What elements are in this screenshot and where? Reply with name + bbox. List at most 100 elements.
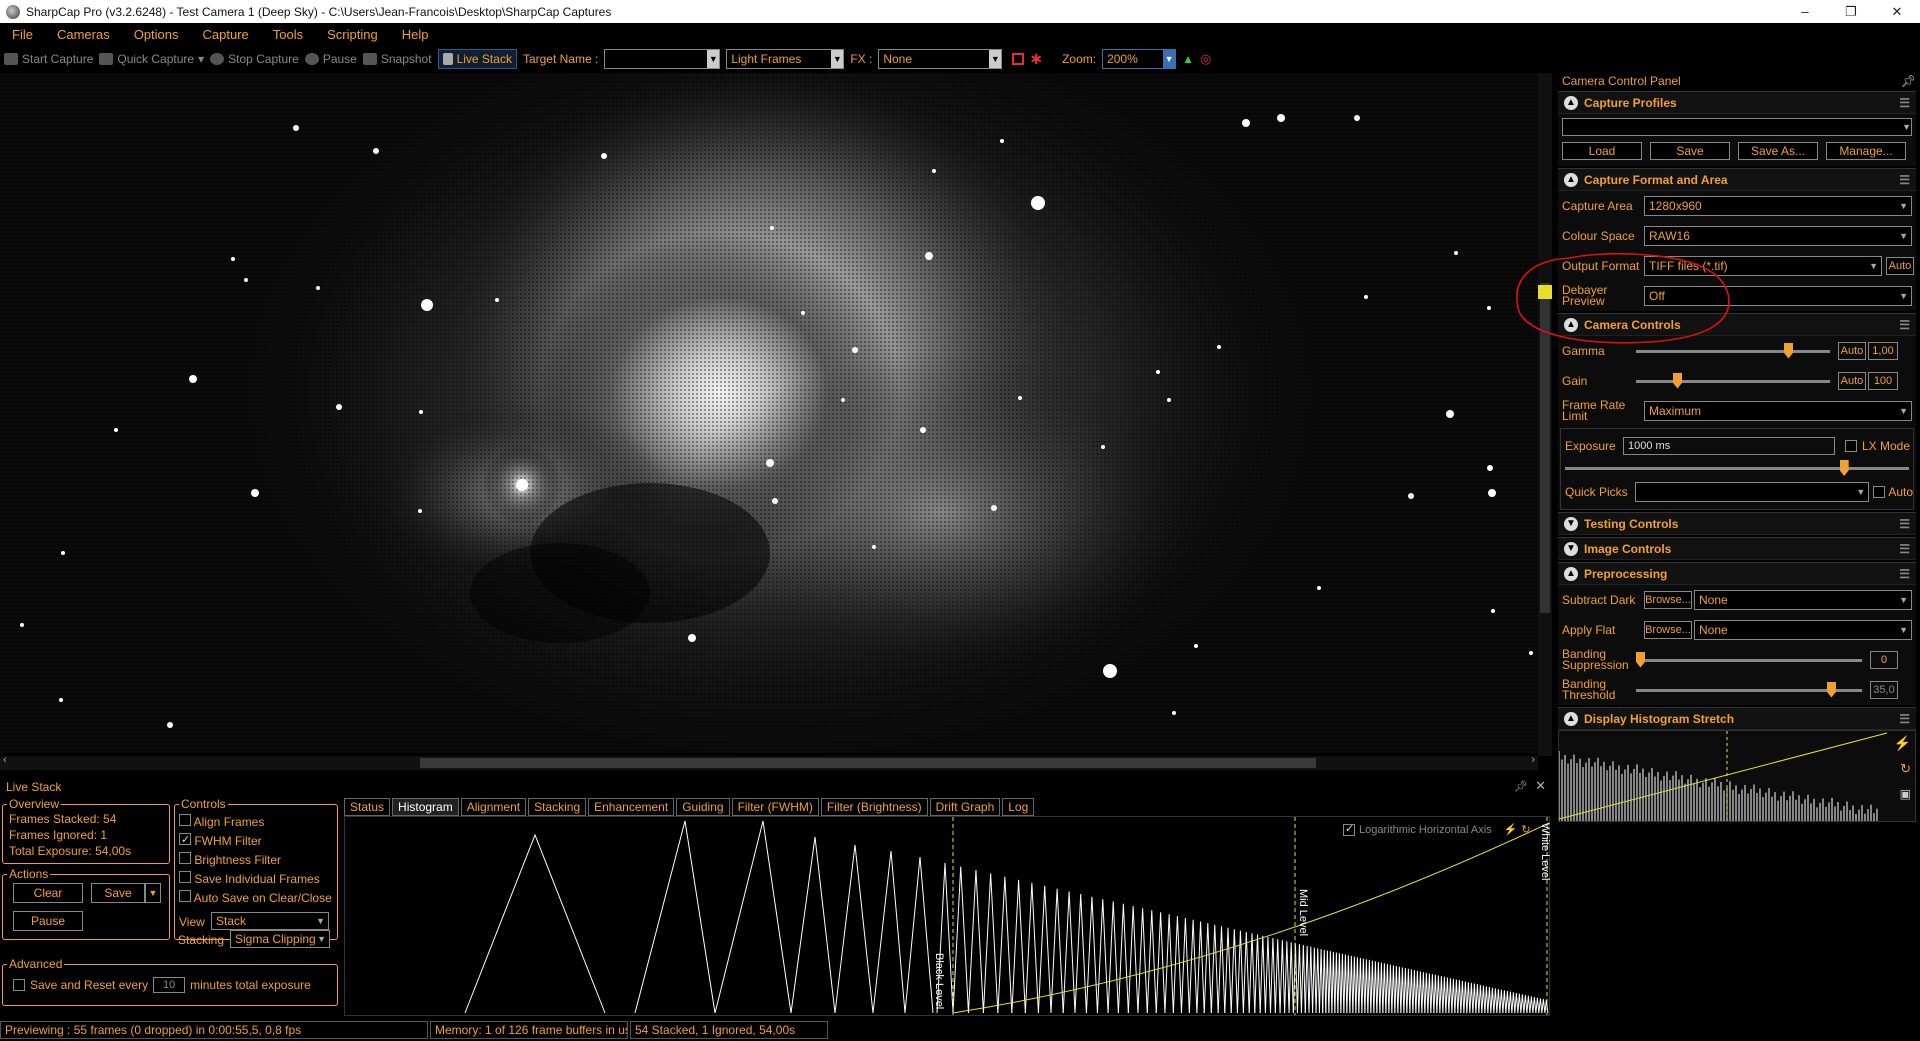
apply-flat-combo[interactable]: None ▼ bbox=[1694, 620, 1912, 640]
stacking-combo[interactable]: Sigma Clipping ▼ bbox=[230, 930, 330, 948]
chevron-up-icon[interactable]: ▲ bbox=[1564, 317, 1578, 332]
chevron-down-icon[interactable]: ▾ bbox=[198, 52, 204, 66]
vertical-scrollbar[interactable] bbox=[1538, 73, 1552, 756]
menu-tools[interactable]: Tools bbox=[261, 27, 315, 42]
vertical-scroll-thumb[interactable] bbox=[1540, 283, 1550, 613]
quick-picks-combo[interactable]: ▼ bbox=[1635, 482, 1870, 502]
gain-slider-knob[interactable] bbox=[1673, 372, 1682, 389]
menu-icon[interactable]: ☰ bbox=[1899, 542, 1910, 556]
chevron-down-icon[interactable]: ▼ bbox=[989, 50, 1002, 68]
colour-space-combo[interactable]: RAW16 ▼ bbox=[1644, 226, 1912, 246]
minimize-button[interactable]: – bbox=[1782, 0, 1828, 23]
exposure-slider-knob[interactable] bbox=[1839, 460, 1849, 476]
save-button[interactable]: Save bbox=[91, 883, 145, 903]
chevron-down-icon[interactable]: ▼ bbox=[1899, 625, 1908, 635]
save-individual-checkbox[interactable] bbox=[179, 871, 191, 883]
menu-file[interactable]: File bbox=[0, 27, 45, 42]
pin-icon[interactable]: 📌︎ bbox=[1514, 780, 1528, 793]
tab-guiding[interactable]: Guiding bbox=[676, 798, 730, 816]
frame-rate-combo[interactable]: Maximum ▼ bbox=[1644, 401, 1912, 421]
testing-controls-header[interactable]: ▼ Testing Controls ☰ bbox=[1558, 513, 1916, 535]
banding-threshold-slider[interactable] bbox=[1636, 681, 1862, 698]
chevron-down-icon[interactable]: ▼ bbox=[1856, 487, 1865, 497]
menu-icon[interactable]: ☰ bbox=[1899, 712, 1910, 726]
clear-button[interactable]: Clear bbox=[13, 883, 83, 903]
image-viewer[interactable] bbox=[0, 73, 1538, 753]
auto-stretch-icon[interactable]: ⚡ bbox=[1894, 735, 1911, 752]
save-as-profile-button[interactable]: Save As... bbox=[1738, 142, 1818, 160]
pin-icon[interactable]: 📌︎ bbox=[1901, 74, 1916, 88]
live-stack-button[interactable]: Live Stack bbox=[437, 49, 517, 69]
snapshot-button[interactable]: Snapshot bbox=[362, 52, 432, 66]
menu-icon[interactable]: ☰ bbox=[1899, 173, 1910, 187]
reticle-icon[interactable]: ◎ bbox=[1200, 51, 1211, 67]
tab-drift-graph[interactable]: Drift Graph bbox=[929, 798, 1001, 816]
restore-button[interactable]: ❐ bbox=[1828, 0, 1874, 23]
chevron-down-icon[interactable]: ▼ bbox=[1163, 50, 1176, 68]
menu-icon[interactable]: ☰ bbox=[1899, 96, 1910, 110]
tab-log[interactable]: Log bbox=[1002, 798, 1035, 816]
save-reset-minutes-field[interactable]: 10 bbox=[153, 977, 186, 993]
subtract-dark-browse-button[interactable]: Browse... bbox=[1644, 591, 1692, 609]
reset-icon[interactable]: ↻ bbox=[1521, 823, 1530, 836]
chevron-up-icon[interactable]: ▲ bbox=[1564, 172, 1578, 187]
align-frames-checkbox[interactable] bbox=[179, 814, 191, 826]
chevron-down-icon[interactable]: ▼ bbox=[707, 50, 720, 68]
tab-alignment[interactable]: Alignment bbox=[460, 798, 527, 816]
menu-help[interactable]: Help bbox=[390, 27, 441, 42]
chevron-down-icon[interactable]: ▼ bbox=[1899, 291, 1908, 301]
auto-save-checkbox[interactable] bbox=[179, 890, 191, 902]
auto-stretch-icon[interactable]: ⚡ bbox=[1504, 823, 1518, 836]
profile-combo[interactable]: ▼ bbox=[1562, 118, 1912, 136]
lx-mode-checkbox[interactable] bbox=[1845, 440, 1857, 452]
output-format-combo[interactable]: TIFF files (*.tif) ▼ bbox=[1644, 256, 1882, 276]
view-combo[interactable]: Stack ▼ bbox=[211, 912, 329, 930]
crosshair-icon[interactable]: ✱ bbox=[1030, 51, 1042, 68]
tab-status[interactable]: Status bbox=[344, 798, 391, 816]
close-button[interactable]: ✕ bbox=[1874, 0, 1920, 23]
gamma-slider[interactable] bbox=[1636, 342, 1830, 359]
chevron-up-icon[interactable]: ▲ bbox=[1564, 711, 1578, 726]
reset-stretch-icon[interactable]: ↻ bbox=[1900, 761, 1911, 777]
tab-histogram[interactable]: Histogram bbox=[392, 798, 459, 816]
chevron-down-icon[interactable]: ▼ bbox=[831, 50, 844, 68]
chevron-down-icon[interactable]: ▼ bbox=[1899, 231, 1908, 241]
menu-cameras[interactable]: Cameras bbox=[45, 27, 122, 42]
close-icon[interactable]: ✕ bbox=[1535, 778, 1546, 794]
scroll-right-icon[interactable]: › bbox=[1531, 754, 1535, 766]
stop-capture-button[interactable]: Stop Capture bbox=[210, 52, 299, 66]
menu-scripting[interactable]: Scripting bbox=[315, 27, 390, 42]
target-name-combo[interactable]: ▼ bbox=[604, 49, 721, 69]
start-capture-button[interactable]: Start Capture bbox=[4, 52, 93, 66]
chevron-down-icon[interactable]: ▼ bbox=[1902, 122, 1911, 132]
menu-icon[interactable]: ☰ bbox=[1899, 567, 1910, 581]
selection-area-icon[interactable] bbox=[1012, 53, 1025, 65]
chevron-down-icon[interactable]: ▼ bbox=[1869, 261, 1878, 271]
chevron-up-icon[interactable]: ▲ bbox=[1564, 566, 1578, 581]
display-stretch-header[interactable]: ▲ Display Histogram Stretch ☰ bbox=[1558, 708, 1916, 730]
horizontal-scroll-thumb[interactable] bbox=[420, 758, 1316, 768]
chevron-up-icon[interactable]: ▲ bbox=[1564, 95, 1578, 110]
banding-suppression-slider[interactable] bbox=[1636, 651, 1862, 668]
banding-threshold-value[interactable]: 35,0 bbox=[1870, 681, 1898, 699]
frame-type-combo[interactable]: Light Frames ▼ bbox=[726, 49, 845, 69]
preprocessing-header[interactable]: ▲ Preprocessing ☰ bbox=[1558, 563, 1916, 585]
histogram-icon[interactable]: ▲ bbox=[1182, 52, 1194, 66]
chevron-down-icon[interactable]: ▼ bbox=[1899, 201, 1908, 211]
output-auto-button[interactable]: Auto bbox=[1886, 257, 1914, 275]
save-stretch-icon[interactable]: ▣ bbox=[1900, 787, 1911, 801]
load-profile-button[interactable]: Load bbox=[1562, 142, 1642, 160]
tab-filter-fwhm[interactable]: Filter (FWHM) bbox=[731, 798, 819, 816]
capture-area-combo[interactable]: 1280x960 ▼ bbox=[1644, 196, 1912, 216]
chevron-down-icon[interactable]: ▼ bbox=[316, 916, 325, 926]
gain-slider[interactable] bbox=[1636, 372, 1830, 389]
tab-filter-brightness[interactable]: Filter (Brightness) bbox=[820, 798, 928, 816]
quick-capture-button[interactable]: Quick Capture ▾ bbox=[99, 52, 204, 66]
save-reset-checkbox[interactable] bbox=[13, 979, 25, 991]
debayer-combo[interactable]: Off ▼ bbox=[1644, 286, 1912, 306]
chevron-down-icon[interactable]: ▼ bbox=[1564, 541, 1578, 556]
log-axis-checkbox[interactable] bbox=[1343, 822, 1355, 836]
menu-capture[interactable]: Capture bbox=[191, 27, 261, 42]
camera-controls-header[interactable]: ▲ Camera Controls ☰ bbox=[1558, 314, 1916, 336]
banding-suppression-value[interactable]: 0 bbox=[1870, 651, 1898, 669]
